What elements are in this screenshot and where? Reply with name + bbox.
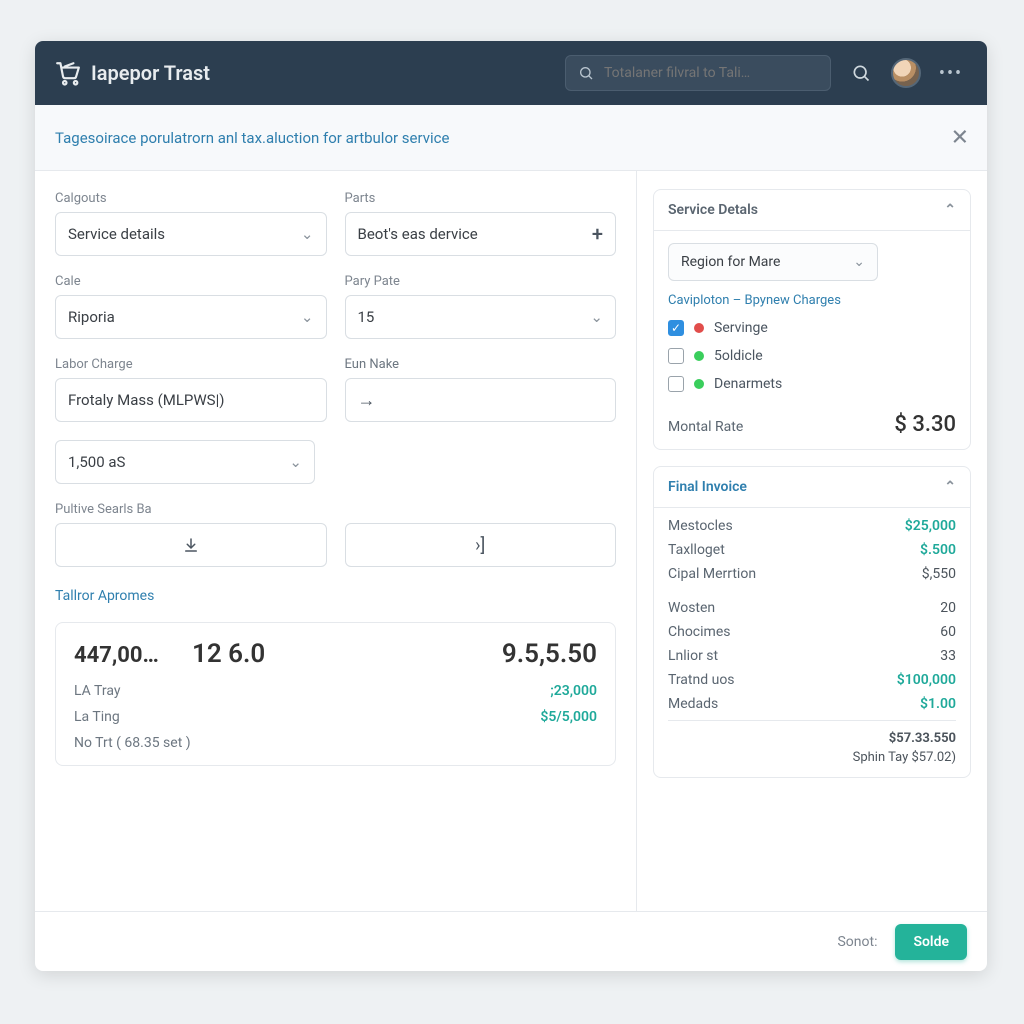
status-dot-icon [694, 351, 704, 361]
download-icon [182, 536, 200, 554]
cale-select[interactable]: Riporia ⌄ [55, 295, 327, 339]
final-invoice-header[interactable]: Final Invoice ⌃ [654, 467, 970, 508]
search-icon [578, 65, 594, 81]
checkbox-checked-icon[interactable]: ✓ [668, 320, 684, 336]
invoice-line: Mestocles$25,000 [654, 514, 970, 538]
bracket-icon: ›] [475, 535, 485, 556]
labor-input[interactable]: Frotaly Mass (MLPWS|) [55, 378, 327, 422]
side-pane: Service Detals ⌃ Region for Mare ⌄ Cavip… [637, 171, 987, 911]
chevron-down-icon: ⌄ [853, 254, 865, 270]
parts-label: Parts [345, 191, 617, 206]
eun-field[interactable]: → [345, 378, 617, 422]
brand: Iapepor Trast [55, 60, 210, 86]
chevron-up-icon: ⌃ [944, 479, 956, 495]
close-icon[interactable]: ✕ [951, 125, 969, 150]
rate-select[interactable]: 15 ⌄ [345, 295, 617, 339]
chevron-down-icon: ⌄ [301, 225, 314, 243]
plus-icon[interactable]: + [592, 222, 603, 246]
labor-label: Labor Charge [55, 357, 327, 372]
header-search-button[interactable] [845, 57, 877, 89]
invoice-line: Tratnd uos$100,000 [654, 668, 970, 692]
categories-label: Calgouts [55, 191, 327, 206]
charge-item[interactable]: Denarmets [668, 376, 956, 392]
footer: Sonot: Solde [35, 911, 987, 971]
charges-subheader: Caviploton – Bpynew Charges [668, 293, 956, 308]
invoice-line: Medads$1.00 [654, 692, 970, 716]
app-window: Iapepor Trast ••• Tagesoirace porulatror… [35, 41, 987, 971]
invoice-line: Lnlior st33 [654, 644, 970, 668]
dots-icon: ••• [939, 63, 963, 84]
final-invoice-panel: Final Invoice ⌃ Mestocles$25,000 Taxllog… [653, 466, 971, 778]
more-menu-button[interactable]: ••• [935, 57, 967, 89]
invoice-line: Taxlloget$.500 [654, 538, 970, 562]
parts-field[interactable]: Beot's eas dervice + [345, 212, 617, 256]
secondary-select[interactable]: 1,500 aS ⌄ [55, 440, 315, 484]
search-box[interactable] [565, 55, 831, 91]
montal-value: $ 3.30 [894, 412, 956, 437]
app-header: Iapepor Trast ••• [35, 41, 987, 105]
tailor-card: 447,00… 12 6.0 9.5,5.50 LA Tray;23,000 L… [55, 622, 616, 766]
chevron-down-icon: ⌄ [301, 308, 314, 326]
subheader: Tagesoirace porulatrorn anl tax.aluction… [35, 105, 987, 171]
metric-1: 12 6.0 [192, 639, 265, 669]
invoice-line: Cipal Merrtion$,550 [654, 562, 970, 586]
checkbox-icon[interactable] [668, 348, 684, 364]
arrow-right-icon: → [358, 390, 376, 411]
invoice-line: Wosten20 [654, 596, 970, 620]
page-title: Tagesoirace porulatrorn anl tax.aluction… [55, 129, 449, 147]
avatar[interactable] [891, 58, 921, 88]
cale-label: Cale [55, 274, 327, 289]
download-button[interactable] [55, 523, 327, 567]
metric-0: 447,00… [74, 643, 164, 668]
chevron-down-icon: ⌄ [289, 453, 302, 471]
status-dot-icon [694, 379, 704, 389]
invoice-line: Chocimes60 [654, 620, 970, 644]
montal-label: Montal Rate [668, 419, 743, 435]
metric-2: 9.5,5.50 [502, 639, 597, 669]
service-details-panel: Service Detals ⌃ Region for Mare ⌄ Cavip… [653, 189, 971, 450]
secondary-action[interactable]: Sonot: [837, 934, 877, 950]
form-pane: Calgouts Service details ⌄ Parts Beot's … [35, 171, 637, 911]
search-input[interactable] [602, 64, 818, 82]
eun-label: Eun Nake [345, 357, 617, 372]
rate-label: Pary Pate [345, 274, 617, 289]
categories-select[interactable]: Service details ⌄ [55, 212, 327, 256]
service-details-header[interactable]: Service Detals ⌃ [654, 190, 970, 231]
bracket-button[interactable]: ›] [345, 523, 617, 567]
invoice-totals: $57.33.550 Sphin Tay $57.02) [654, 725, 970, 777]
primary-button[interactable]: Solde [895, 924, 967, 960]
body: Calgouts Service details ⌄ Parts Beot's … [35, 171, 987, 911]
app-title: Iapepor Trast [91, 61, 210, 85]
region-select[interactable]: Region for Mare ⌄ [668, 243, 878, 281]
seats-label: Pultive Searls Ba [55, 502, 616, 517]
charge-item[interactable]: ✓ Servinge [668, 320, 956, 336]
cart-icon [55, 60, 81, 86]
charge-item[interactable]: 5oldicle [668, 348, 956, 364]
checkbox-icon[interactable] [668, 376, 684, 392]
chevron-down-icon: ⌄ [590, 308, 603, 326]
tailor-link[interactable]: Tallror Apromes [55, 588, 154, 604]
chevron-up-icon: ⌃ [944, 202, 956, 218]
status-dot-icon [694, 323, 704, 333]
